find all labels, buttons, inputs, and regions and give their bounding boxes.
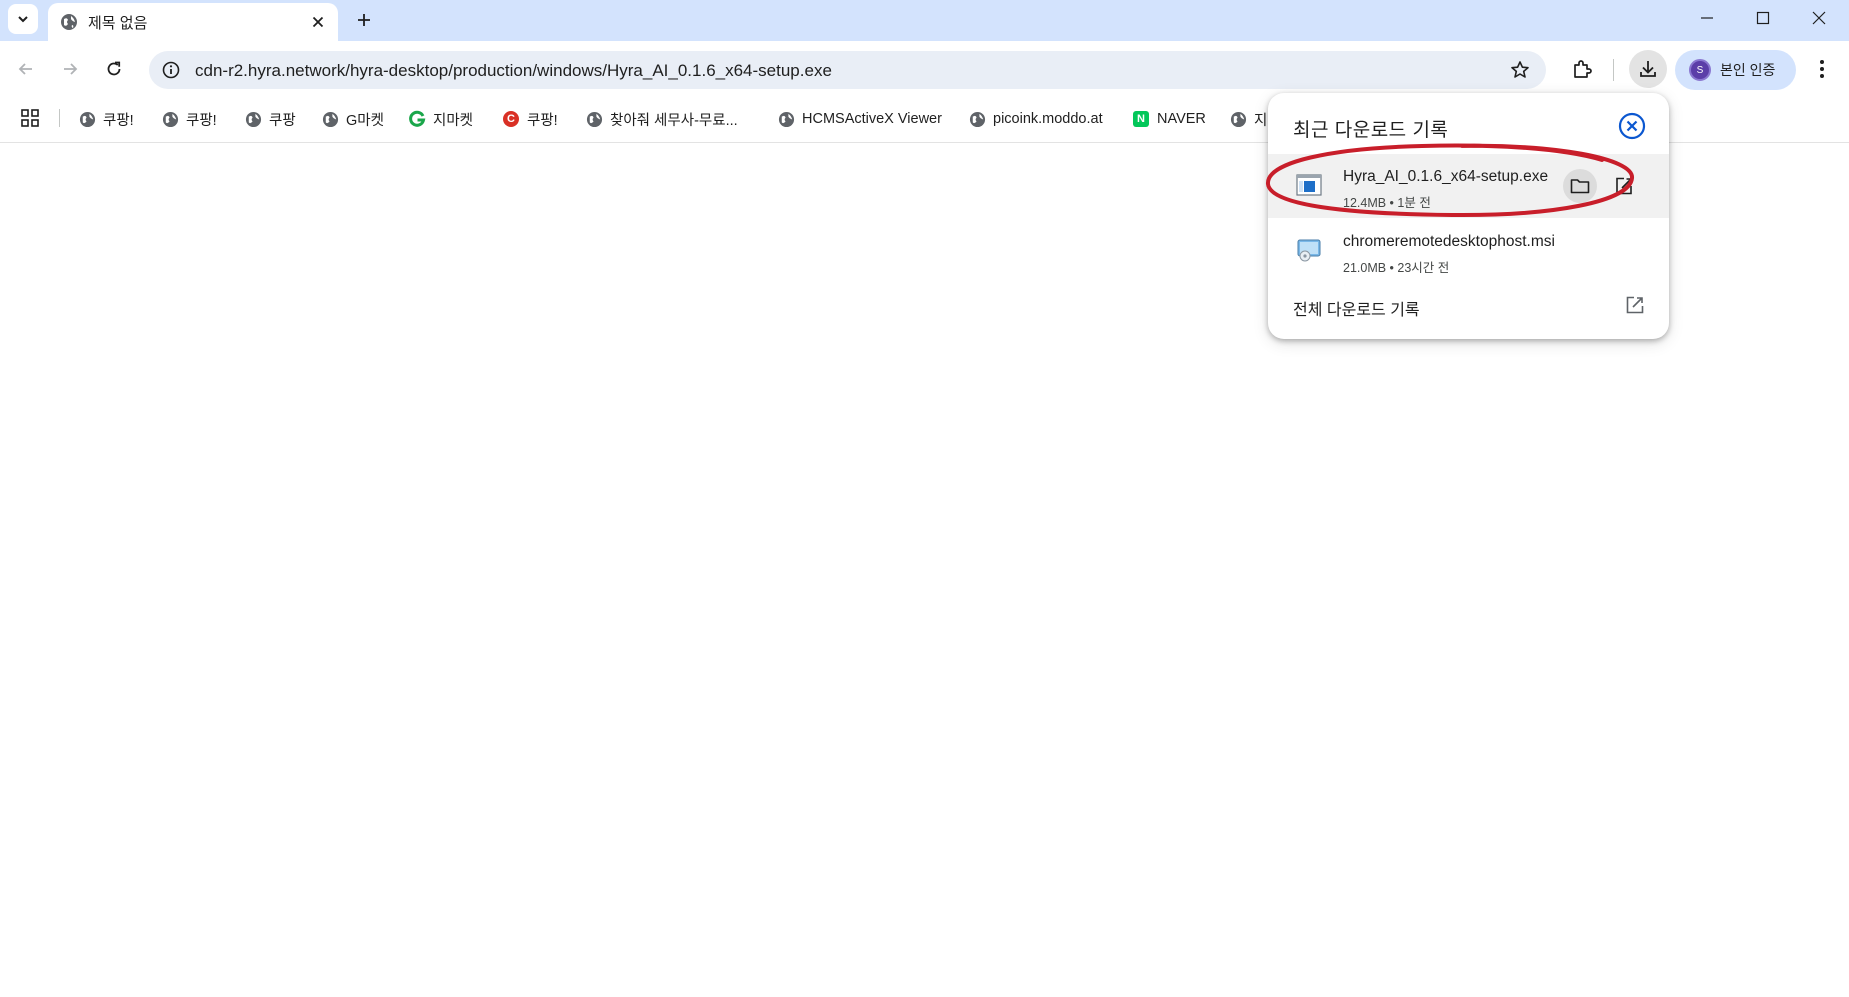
open-file-button[interactable] [1607, 169, 1641, 203]
bookmark-label: 지 [1254, 112, 1268, 129]
bookmark-item[interactable]: 쿠팡 [244, 107, 296, 131]
download-meta: 12.4MB • 1분 전 [1343, 196, 1431, 210]
download-meta: 21.0MB • 23시간 전 [1343, 261, 1450, 275]
bookmark-label: G마켓 [346, 112, 384, 129]
naver-n-icon: N [1132, 110, 1150, 128]
globe-icon [321, 110, 339, 128]
globe-icon [78, 110, 96, 128]
bookmark-label: 쿠팡! [527, 112, 558, 129]
arrow-right-icon [64, 63, 78, 75]
download-item[interactable]: Hyra_AI_0.1.6_x64-setup.exe 12.4MB • 1분 … [1268, 154, 1669, 218]
avatar: S [1689, 59, 1711, 81]
download-filename[interactable]: chromeremotedesktophost.msi [1343, 233, 1555, 251]
bookmark-item[interactable]: picoink.moddo.at [968, 107, 1103, 131]
bookmark-star-button[interactable] [1508, 58, 1532, 82]
maximize-button[interactable] [1735, 0, 1791, 36]
maximize-icon [1756, 11, 1770, 25]
bookmark-label: 쿠팡! [103, 112, 134, 129]
url-text[interactable]: cdn-r2.hyra.network/hyra-desktop/product… [195, 61, 832, 81]
gmarket-g-icon [408, 110, 426, 128]
bookmark-label: picoink.moddo.at [993, 111, 1103, 127]
globe-icon [1229, 110, 1247, 128]
new-tab-button[interactable] [350, 6, 378, 34]
bookmarks-bar: 쿠팡! 쿠팡! 쿠팡 G마켓 지마켓 C 쿠팡! 찾아줘 세무사-무료... H [0, 101, 1270, 135]
bookmark-item[interactable]: C 쿠팡! [502, 107, 558, 131]
reload-icon [107, 61, 121, 76]
back-button[interactable] [10, 53, 42, 85]
star-icon [1511, 61, 1529, 78]
show-in-folder-button[interactable] [1563, 169, 1597, 203]
bookmark-item[interactable]: 쿠팡! [78, 107, 134, 131]
globe-icon [161, 110, 179, 128]
site-info-button[interactable] [159, 58, 183, 82]
chevron-down-icon [18, 16, 28, 23]
address-bar[interactable]: cdn-r2.hyra.network/hyra-desktop/product… [149, 51, 1546, 89]
bookmark-item[interactable]: 지마켓 [408, 107, 473, 131]
bookmark-label: NAVER [1157, 111, 1206, 127]
reload-button[interactable] [98, 53, 130, 85]
globe-icon [585, 110, 603, 128]
tab-strip: 제목 없음 [0, 0, 1849, 41]
profile-chip[interactable]: S 본인 인증 [1675, 50, 1796, 90]
forward-button[interactable] [54, 53, 86, 85]
globe-icon [777, 110, 795, 128]
download-filename[interactable]: Hyra_AI_0.1.6_x64-setup.exe [1343, 168, 1548, 186]
close-icon[interactable] [1618, 112, 1646, 140]
tab-title: 제목 없음 [88, 14, 148, 32]
bookmark-item[interactable]: 쿠팡! [161, 107, 217, 131]
downloads-button[interactable] [1629, 50, 1667, 88]
exe-file-icon [1296, 174, 1322, 196]
close-icon [1812, 11, 1826, 25]
bookmark-item[interactable]: 찾아줘 세무사-무료... [585, 107, 738, 131]
profile-label: 본인 인증 [1720, 62, 1776, 78]
bookmark-label: 쿠팡! [186, 112, 217, 129]
msi-file-icon [1297, 239, 1321, 262]
bookmark-item[interactable]: HCMSActiveX Viewer [777, 107, 942, 131]
downloads-panel-title: 최근 다운로드 기록 [1293, 120, 1449, 141]
tab-search-button[interactable] [8, 4, 38, 34]
tab-close-button[interactable] [308, 12, 328, 32]
minimize-icon [1701, 17, 1713, 19]
bookmarks-separator [59, 109, 60, 127]
bookmark-item[interactable]: 지 [1229, 107, 1267, 131]
globe-icon [61, 14, 77, 30]
window-close-button[interactable] [1791, 0, 1847, 36]
download-item[interactable]: chromeremotedesktophost.msi 21.0MB • 23시… [1268, 219, 1669, 283]
all-downloads-link[interactable]: 전체 다운로드 기록 [1293, 296, 1420, 320]
globe-icon [244, 110, 262, 128]
chrome-menu-button[interactable] [1810, 53, 1834, 85]
downloads-panel: 최근 다운로드 기록 Hyra_AI_0.1.6_x64-setup.exe 1… [1268, 93, 1669, 339]
puzzle-icon [1574, 60, 1592, 78]
folder-icon [1570, 179, 1590, 194]
external-link-icon[interactable] [1624, 294, 1646, 316]
red-c-icon: C [502, 110, 520, 128]
bookmark-item[interactable]: N NAVER [1132, 107, 1206, 131]
plus-icon [358, 14, 370, 26]
download-icon [1640, 61, 1656, 77]
bookmark-label: 지마켓 [433, 112, 474, 129]
extensions-button[interactable] [1563, 50, 1601, 88]
bookmark-label: 쿠팡 [269, 112, 296, 129]
globe-icon [968, 110, 986, 128]
bookmark-label: HCMSActiveX Viewer [802, 111, 942, 127]
active-tab[interactable]: 제목 없음 [48, 3, 338, 41]
arrow-left-icon [18, 63, 32, 75]
minimize-button[interactable] [1679, 0, 1735, 36]
apps-grid-icon[interactable] [20, 108, 40, 128]
more-vertical-icon [1820, 60, 1824, 78]
info-icon [162, 61, 180, 79]
bookmark-label: 찾아줘 세무사-무료... [610, 112, 738, 129]
open-file-icon [1616, 177, 1632, 195]
bookmark-item[interactable]: G마켓 [321, 107, 384, 131]
close-icon [312, 16, 324, 28]
toolbar-divider [1613, 59, 1614, 81]
